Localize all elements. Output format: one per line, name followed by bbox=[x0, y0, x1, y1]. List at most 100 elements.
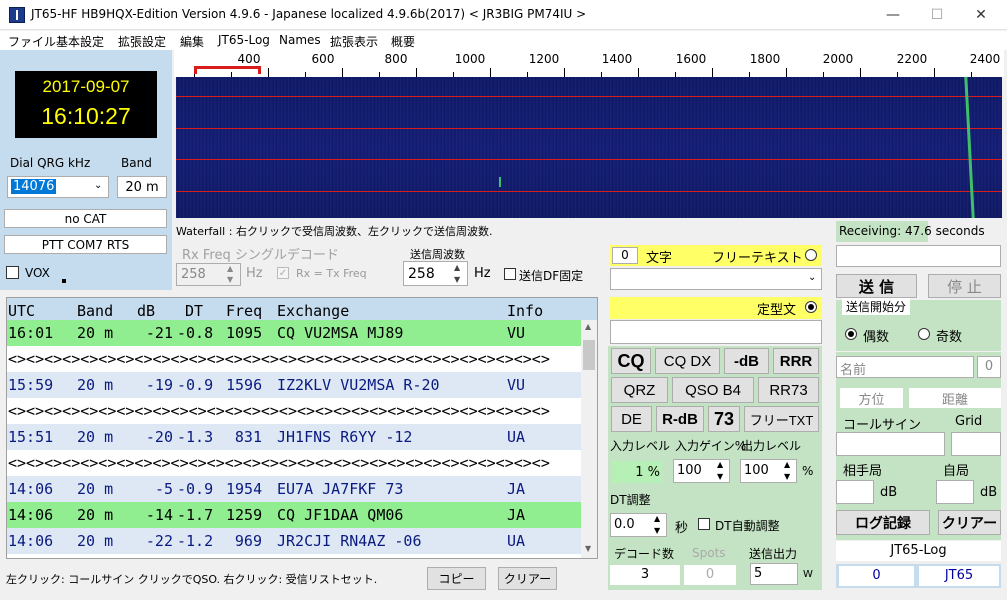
tx-freq-spinner[interactable]: 258 ▲ ▼ bbox=[403, 261, 468, 286]
scale-label: 1000 bbox=[454, 52, 486, 66]
free-text-label: フリーテキスト bbox=[712, 251, 803, 266]
log-title: JT65-Log bbox=[836, 541, 1001, 561]
rx-eq-tx-checkbox[interactable]: ✓ bbox=[277, 267, 289, 279]
macro-qsob4-button[interactable]: QSO B4 bbox=[672, 377, 754, 403]
log-record-button[interactable]: ログ記録 bbox=[836, 510, 930, 535]
macro-cqdx-button[interactable]: CQ DX bbox=[655, 348, 720, 374]
macro-rrr-button[interactable]: RRR bbox=[773, 348, 819, 374]
message-field[interactable] bbox=[610, 320, 822, 344]
menu-extended-settings[interactable]: 拡張設定 bbox=[118, 33, 166, 50]
callsign-field[interactable] bbox=[836, 432, 945, 456]
macro-73-button[interactable]: 73 bbox=[708, 406, 740, 432]
dt-adjust-spinner[interactable]: 0.0 ▲ ▼ bbox=[610, 513, 667, 537]
spin-down-icon[interactable]: ▼ bbox=[717, 472, 723, 481]
spin-down-icon[interactable]: ▼ bbox=[654, 526, 660, 535]
grid-field[interactable] bbox=[951, 432, 1001, 456]
spin-up-icon[interactable]: ▲ bbox=[227, 264, 233, 273]
dt-auto-checkbox[interactable] bbox=[698, 518, 710, 530]
spin-down-icon[interactable]: ▼ bbox=[784, 472, 790, 481]
decode-list[interactable]: UTC Band dB DT Freq Exchange Info 16:01 2… bbox=[6, 297, 598, 559]
vox-checkbox[interactable] bbox=[6, 266, 19, 279]
decode-row[interactable]: 14:06 20 m -5 -0.9 1954 EU7A JA7FKF 73 JA bbox=[7, 476, 581, 502]
vox-indicator bbox=[62, 279, 66, 283]
spin-down-icon[interactable]: ▼ bbox=[454, 275, 460, 284]
send-button[interactable]: 送 信 bbox=[836, 274, 917, 298]
scroll-down-icon[interactable]: ▼ bbox=[585, 544, 591, 553]
decode-band: 20 m bbox=[77, 480, 114, 498]
decode-separator[interactable]: <><><><><><><><><><><><><><><><><><><><>… bbox=[7, 398, 581, 424]
decode-scrollbar[interactable]: ▲ ▼ bbox=[581, 320, 597, 558]
scroll-up-icon[interactable]: ▲ bbox=[585, 322, 591, 331]
macro-de-button[interactable]: DE bbox=[611, 406, 652, 432]
decode-info: VU bbox=[507, 324, 526, 342]
menu-about[interactable]: 概要 bbox=[391, 33, 415, 50]
decode-dt: -0.9 bbox=[177, 376, 214, 394]
spin-up-icon[interactable]: ▲ bbox=[454, 263, 460, 272]
spin-up-icon[interactable]: ▲ bbox=[717, 460, 723, 469]
odd-radio[interactable] bbox=[918, 328, 930, 340]
my-report-field[interactable] bbox=[936, 480, 974, 504]
menu-extended-view[interactable]: 拡張表示 bbox=[330, 33, 378, 50]
rx-freq-spinner[interactable]: 258 ▲ ▼ bbox=[176, 263, 241, 286]
dial-qrg-label: Dial QRG kHz bbox=[10, 156, 91, 170]
menu-edit[interactable]: 編集 bbox=[180, 33, 204, 50]
spin-down-icon[interactable]: ▼ bbox=[227, 275, 233, 284]
decode-db: -5 bbox=[154, 480, 173, 498]
close-button[interactable]: ✕ bbox=[958, 0, 1004, 30]
power-field[interactable]: 5 bbox=[750, 563, 798, 585]
dial-qrg-select[interactable]: 14076 ⌄ bbox=[7, 176, 109, 198]
macro-db-button[interactable]: -dB bbox=[724, 348, 769, 374]
clear-decodes-button[interactable]: クリアー bbox=[498, 567, 557, 590]
macro-cq-button[interactable]: CQ bbox=[611, 348, 651, 374]
their-report-field[interactable] bbox=[836, 480, 874, 504]
copy-button[interactable]: コピー bbox=[427, 567, 486, 590]
spots-label: Spots bbox=[692, 546, 726, 560]
macro-free-txt-button[interactable]: フリーTXT bbox=[744, 406, 819, 432]
decode-row[interactable]: 16:01 20 m -21 -0.8 1095 CQ VU2MSA MJ89 VU bbox=[7, 320, 581, 346]
even-radio[interactable] bbox=[845, 328, 857, 340]
macro-qrz-button[interactable]: QRZ bbox=[611, 377, 668, 403]
rx-eq-tx-label: Rx = Tx Freq bbox=[296, 267, 367, 280]
spin-up-icon[interactable]: ▲ bbox=[784, 460, 790, 469]
scroll-thumb[interactable] bbox=[583, 340, 595, 370]
waterfall-display[interactable] bbox=[176, 77, 1002, 218]
input-gain-label: 入力ゲイン% bbox=[675, 439, 747, 453]
log-clear-button[interactable]: クリアー bbox=[938, 510, 1001, 535]
scale-label: 2400 bbox=[969, 52, 1001, 66]
decode-band: 20 m bbox=[77, 324, 114, 342]
decode-separator[interactable]: <><><><><><><><><><><><><><><><><><><><>… bbox=[7, 346, 581, 372]
decode-utc: 14:06 bbox=[8, 532, 54, 550]
decode-row[interactable]: 15:51 20 m -20 -1.3 831 JH1FNS R6YY -12 UA bbox=[7, 424, 581, 450]
macro-rdb-button[interactable]: R-dB bbox=[656, 406, 704, 432]
input-gain-spinner[interactable]: 100 ▲ ▼ bbox=[673, 459, 730, 483]
free-text-radio[interactable] bbox=[805, 249, 817, 261]
menu-names[interactable]: Names bbox=[279, 33, 321, 47]
output-level-spinner[interactable]: 100 ▲ ▼ bbox=[740, 459, 797, 483]
decode-row[interactable]: 14:06 20 m -14 -1.7 1259 CQ JF1DAA QM06 JA bbox=[7, 502, 581, 528]
free-text-select[interactable]: ⌄ bbox=[610, 268, 822, 290]
output-percent-label: % bbox=[802, 464, 814, 478]
tx-df-fix-checkbox[interactable] bbox=[504, 268, 516, 280]
macro-rr73-button[interactable]: RR73 bbox=[758, 377, 819, 403]
menu-basic-settings[interactable]: 基本設定 bbox=[56, 33, 104, 50]
fixed-text-radio[interactable] bbox=[805, 301, 817, 313]
decode-row[interactable]: 14:06 20 m -22 -1.2 969 JR2CJI RN4AZ -06 UA bbox=[7, 528, 581, 554]
menu-jt65-log[interactable]: JT65-Log bbox=[218, 33, 270, 47]
tx-freq-value: 258 bbox=[408, 266, 435, 282]
decode-utc: 14:06 bbox=[8, 480, 54, 498]
scale-label: 1600 bbox=[675, 52, 707, 66]
stop-button[interactable]: 停 止 bbox=[928, 274, 1001, 298]
name-field[interactable]: 名前 bbox=[836, 356, 974, 378]
band-field[interactable]: 20 m bbox=[117, 176, 167, 198]
decode-db: -14 bbox=[145, 506, 173, 524]
power-label: 送信出力 bbox=[749, 547, 798, 561]
maximize-button[interactable]: ☐ bbox=[914, 0, 960, 30]
header-utc: UTC bbox=[8, 302, 36, 320]
spin-up-icon[interactable]: ▲ bbox=[654, 514, 660, 523]
decode-header: UTC Band dB DT Freq Exchange Info bbox=[7, 298, 597, 320]
decode-exchange: CQ JF1DAA QM06 bbox=[277, 506, 404, 524]
decode-row[interactable]: 15:59 20 m -19 -0.9 1596 IZ2KLV VU2MSA R-20 VU bbox=[7, 372, 581, 398]
menu-file[interactable]: ファイル bbox=[8, 33, 56, 50]
decode-separator[interactable]: <><><><><><><><><><><><><><><><><><><><>… bbox=[7, 450, 581, 476]
minimize-button[interactable]: — bbox=[870, 0, 916, 30]
